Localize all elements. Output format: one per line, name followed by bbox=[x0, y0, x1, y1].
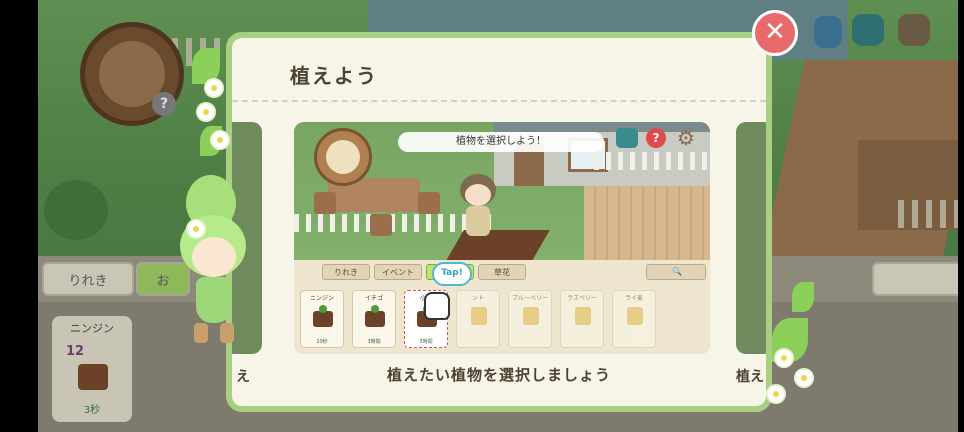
fairy-mascot bbox=[166, 175, 266, 355]
search-button[interactable] bbox=[872, 262, 958, 296]
flower-icon bbox=[796, 370, 812, 386]
letterbox-right bbox=[958, 0, 964, 432]
tab-flowers: 草花 bbox=[478, 264, 526, 280]
fence bbox=[594, 152, 710, 170]
flower-icon bbox=[768, 386, 784, 402]
soil-icon bbox=[313, 311, 333, 327]
title-divider bbox=[232, 100, 766, 102]
sprout-icon bbox=[371, 305, 379, 313]
plant-card-list: ニンジン10秒イチゴ3時間小麦3時間ントブルーベリーラズベリーライ麦 bbox=[300, 290, 656, 348]
flower-icon bbox=[212, 132, 228, 148]
plant-card: ニンジン 10秒 bbox=[300, 290, 344, 348]
leaf-decoration bbox=[792, 282, 814, 312]
pointing-hand-icon bbox=[424, 292, 450, 320]
flower-icon bbox=[188, 221, 204, 237]
flower-icon bbox=[198, 104, 214, 120]
flower-icon bbox=[206, 80, 222, 96]
plant-card-name: ブルーベリー bbox=[511, 295, 548, 302]
help-icon: ? bbox=[646, 128, 666, 148]
close-button[interactable]: ✕ bbox=[752, 10, 798, 56]
plant-card-name: ニンジン bbox=[309, 295, 334, 302]
tutorial-caption: 植えたい植物を選択しましょう bbox=[386, 366, 611, 384]
plant-card-time: 3時間 bbox=[419, 339, 433, 345]
chair bbox=[314, 192, 336, 214]
fairy-face bbox=[192, 237, 236, 277]
dialog-title: 植えよう bbox=[290, 64, 378, 88]
lock-icon bbox=[575, 307, 591, 325]
plant-card-name: イチゴ bbox=[364, 295, 383, 302]
plant-card-time: 10秒 bbox=[316, 339, 328, 345]
plant-card-count: 12 bbox=[66, 344, 85, 359]
chair bbox=[370, 214, 392, 236]
soil-icon bbox=[365, 311, 385, 327]
planting-tutorial-dialog: 植えよう え 植物を選択しよう！ ? ⚙ りれき イベント 草花 🔍 ニンジン … bbox=[226, 32, 772, 412]
leaf-decoration bbox=[192, 48, 220, 84]
plant-category-tabs: りれき イベント 作物 草花 bbox=[322, 264, 526, 280]
search-icon: 🔍 bbox=[672, 267, 682, 276]
gear-icon[interactable] bbox=[898, 14, 930, 46]
fairy-dress bbox=[196, 277, 232, 323]
tab-history: りれき bbox=[322, 264, 370, 280]
letterbox-left bbox=[0, 0, 38, 432]
avatar-body bbox=[466, 206, 490, 236]
camera-icon bbox=[616, 128, 638, 148]
tab-history[interactable]: りれき bbox=[42, 262, 134, 296]
search-button: 🔍 bbox=[646, 264, 706, 280]
plant-card-name: ニンジン bbox=[70, 322, 114, 335]
plant-card-name: ント bbox=[471, 295, 484, 302]
plant-selector-panel: りれき イベント 作物 草花 🔍 ニンジン10秒イチゴ3時間小麦3時間ントブルー… bbox=[294, 260, 710, 354]
plant-card: ライ麦 bbox=[612, 290, 656, 348]
lock-icon bbox=[471, 307, 487, 325]
plant-card-name: ラズベリー bbox=[567, 295, 597, 302]
carrot-icon bbox=[78, 364, 108, 390]
fairy-boot bbox=[220, 323, 234, 343]
deck bbox=[584, 186, 710, 262]
tutorial-preview: 植物を選択しよう！ ? ⚙ りれき イベント 作物 草花 🔍 ニンジン 10秒 イチ… bbox=[294, 122, 710, 354]
plant-card-time: 3時間 bbox=[367, 339, 381, 345]
fence bbox=[898, 200, 958, 228]
next-slide[interactable] bbox=[736, 122, 766, 354]
plant-card-name: ライ麦 bbox=[624, 295, 643, 302]
flower-icon bbox=[776, 350, 792, 366]
chat-icon[interactable] bbox=[814, 16, 842, 48]
help-icon[interactable]: ? bbox=[152, 92, 176, 116]
chair bbox=[418, 192, 440, 214]
fairy-boot bbox=[194, 323, 208, 343]
plant-card-time: 3秒 bbox=[83, 405, 101, 416]
lock-icon bbox=[523, 307, 539, 325]
lock-icon bbox=[627, 307, 643, 325]
plant-card: ント bbox=[456, 290, 500, 348]
plant-card: イチゴ 3時間 bbox=[352, 290, 396, 348]
plant-card: ラズベリー bbox=[560, 290, 604, 348]
bush bbox=[44, 180, 108, 240]
tap-hint-bubble: Tap! bbox=[432, 262, 472, 286]
gear-icon: ⚙ bbox=[677, 126, 695, 150]
sprout-sign-icon bbox=[314, 128, 372, 186]
tutorial-carousel[interactable]: え 植物を選択しよう！ ? ⚙ りれき イベント 草花 🔍 ニンジン 10秒 イ… bbox=[232, 122, 766, 385]
camera-icon[interactable] bbox=[852, 14, 884, 46]
avatar-face bbox=[465, 184, 491, 206]
instruction-banner: 植物を選択しよう！ bbox=[398, 132, 604, 152]
sprout-icon bbox=[319, 305, 327, 313]
plant-card: ブルーベリー bbox=[508, 290, 552, 348]
plant-card[interactable]: ニンジン 12 3秒 bbox=[52, 316, 132, 422]
tab-event: イベント bbox=[374, 264, 422, 280]
